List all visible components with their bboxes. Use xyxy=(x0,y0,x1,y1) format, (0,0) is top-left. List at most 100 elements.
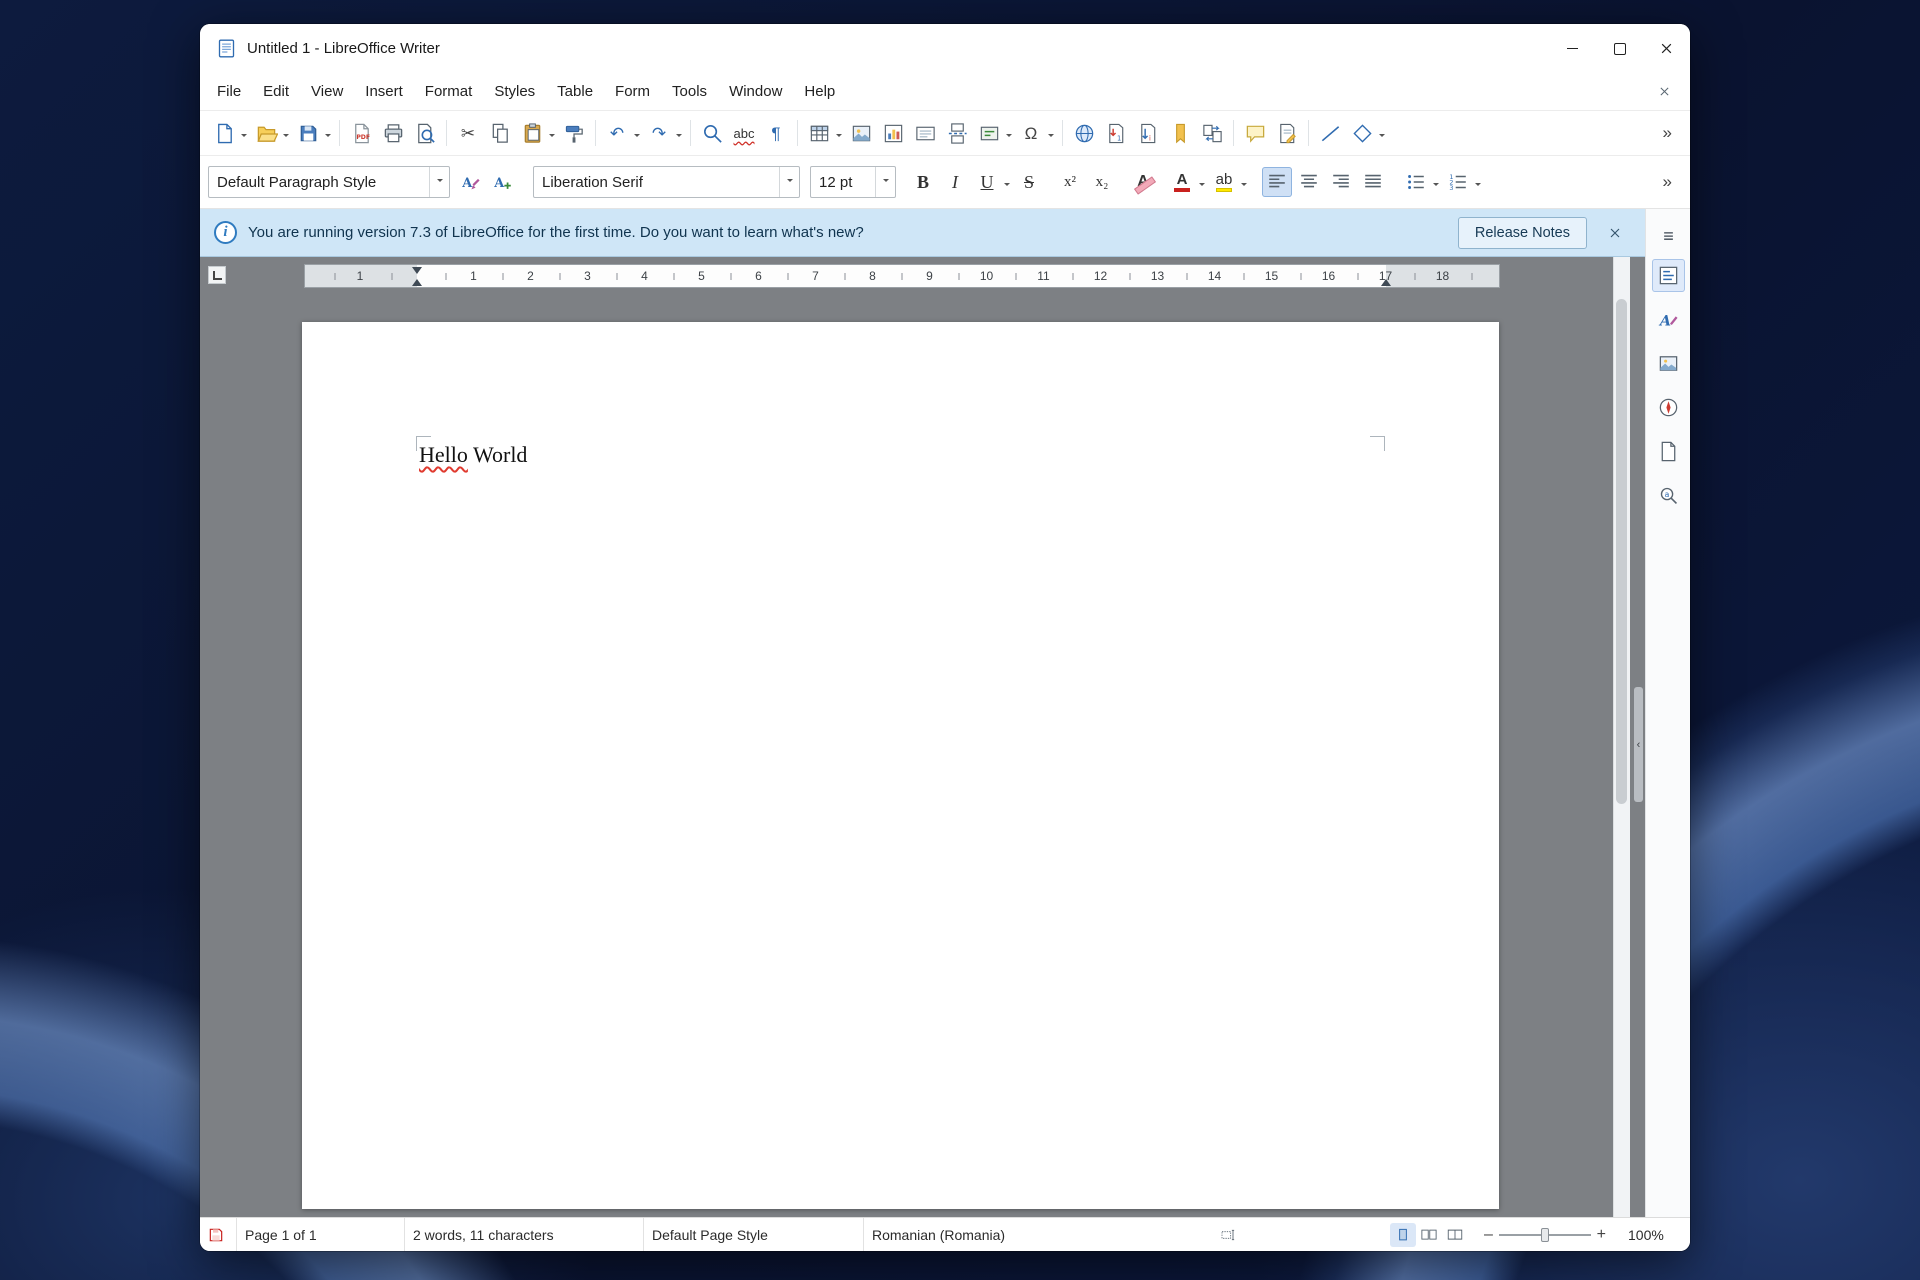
minimize-button[interactable] xyxy=(1549,24,1596,73)
special-character-dropdown-arrow[interactable] xyxy=(1048,133,1054,140)
insert-table-button[interactable] xyxy=(804,117,834,149)
menu-item-file[interactable]: File xyxy=(206,73,252,110)
sidebar-tab-styles[interactable] xyxy=(1652,303,1685,336)
update-style-button[interactable] xyxy=(456,167,486,197)
align-right-button[interactable] xyxy=(1326,167,1356,197)
zoom-slider[interactable] xyxy=(1498,1227,1591,1242)
redo-dropdown-arrow[interactable] xyxy=(676,133,682,140)
undo-button[interactable]: ↶ xyxy=(602,117,632,149)
view-single-page-button[interactable] xyxy=(1390,1222,1416,1247)
horizontal-ruler[interactable]: 1 1 2 3 4 5 6 7 8 9 10 11 12 13 14 15 16… xyxy=(304,264,1500,288)
table-dropdown-arrow[interactable] xyxy=(836,133,842,140)
view-multi-page-button[interactable] xyxy=(1416,1223,1442,1247)
underline-dropdown-arrow[interactable] xyxy=(1004,182,1010,189)
clear-formatting-button[interactable]: A xyxy=(1128,167,1158,197)
insert-bookmark-button[interactable] xyxy=(1165,117,1195,149)
font-color-button[interactable]: A xyxy=(1167,167,1197,197)
insert-footnote-button[interactable] xyxy=(1101,117,1131,149)
menu-item-edit[interactable]: Edit xyxy=(252,73,300,110)
numbered-list-dropdown-arrow[interactable] xyxy=(1475,182,1481,189)
highlight-color-button[interactable]: ab xyxy=(1209,167,1239,197)
titlebar[interactable]: Untitled 1 - LibreOffice Writer xyxy=(200,24,1690,73)
shapes-dropdown-arrow[interactable] xyxy=(1379,133,1385,140)
word-count-cell[interactable]: 2 words, 11 characters xyxy=(404,1218,643,1251)
strikethrough-button[interactable]: S xyxy=(1014,167,1044,197)
menu-item-table[interactable]: Table xyxy=(546,73,604,110)
paragraph-style-combobox[interactable]: Default Paragraph Style xyxy=(208,166,450,198)
export-pdf-button[interactable] xyxy=(346,117,376,149)
font-color-dropdown-arrow[interactable] xyxy=(1199,182,1205,189)
sidebar-tab-navigator[interactable] xyxy=(1652,391,1685,424)
zoom-level[interactable]: 100% xyxy=(1620,1218,1678,1251)
bullet-list-dropdown-arrow[interactable] xyxy=(1433,182,1439,189)
copy-button[interactable] xyxy=(485,117,515,149)
insert-hyperlink-button[interactable] xyxy=(1069,117,1099,149)
align-justify-button[interactable] xyxy=(1358,167,1388,197)
italic-button[interactable]: I xyxy=(940,167,970,197)
insert-chart-button[interactable] xyxy=(878,117,908,149)
release-notes-button[interactable]: Release Notes xyxy=(1457,216,1587,249)
insert-image-button[interactable] xyxy=(846,117,876,149)
paste-dropdown-arrow[interactable] xyxy=(549,133,555,140)
superscript-button[interactable]: x² xyxy=(1055,167,1085,197)
bullet-list-button[interactable] xyxy=(1401,167,1431,197)
sidebar-collapse-grip[interactable]: ‹ xyxy=(1634,687,1643,802)
bold-button[interactable]: B xyxy=(908,167,938,197)
open-button[interactable] xyxy=(251,117,281,149)
font-name-dropdown-arrow[interactable] xyxy=(779,167,799,197)
numbered-list-button[interactable] xyxy=(1443,167,1473,197)
menu-item-tools[interactable]: Tools xyxy=(661,73,718,110)
zoom-out-icon[interactable]: – xyxy=(1478,1226,1499,1244)
menu-item-window[interactable]: Window xyxy=(718,73,793,110)
scrollbar-thumb[interactable] xyxy=(1616,299,1627,804)
field-dropdown-arrow[interactable] xyxy=(1006,133,1012,140)
menu-item-styles[interactable]: Styles xyxy=(483,73,546,110)
align-left-button[interactable] xyxy=(1262,167,1292,197)
cut-button[interactable]: ✂ xyxy=(453,117,483,149)
menu-item-view[interactable]: View xyxy=(300,73,354,110)
maximize-button[interactable] xyxy=(1596,24,1643,73)
page-break-button[interactable] xyxy=(942,117,972,149)
zoom-slider-thumb[interactable] xyxy=(1540,1227,1549,1242)
track-changes-button[interactable] xyxy=(1272,117,1302,149)
sidebar-tab-properties[interactable] xyxy=(1652,259,1685,292)
document-text-rest[interactable]: World xyxy=(468,442,527,467)
undo-dropdown-arrow[interactable] xyxy=(634,133,640,140)
open-dropdown-arrow[interactable] xyxy=(283,133,289,140)
selection-mode-button[interactable] xyxy=(1212,1218,1256,1251)
close-document-icon[interactable] xyxy=(1659,86,1670,97)
font-name-combobox[interactable]: Liberation Serif xyxy=(533,166,800,198)
find-replace-button[interactable] xyxy=(697,117,727,149)
view-book-button[interactable] xyxy=(1442,1223,1468,1247)
paste-button[interactable] xyxy=(517,117,547,149)
font-size-dropdown-arrow[interactable] xyxy=(875,167,895,197)
insert-line-button[interactable] xyxy=(1315,117,1345,149)
document-page[interactable]: Hello World xyxy=(302,322,1499,1209)
left-indent-marker[interactable] xyxy=(411,279,422,286)
page-count-cell[interactable]: Page 1 of 1 xyxy=(236,1218,404,1251)
insert-comment-button[interactable] xyxy=(1240,117,1270,149)
infobar-close-icon[interactable] xyxy=(1605,223,1625,243)
redo-button[interactable]: ↷ xyxy=(644,117,674,149)
zoom-in-icon[interactable]: + xyxy=(1591,1226,1612,1244)
new-document-button[interactable] xyxy=(209,117,239,149)
spelling-button[interactable]: abc xyxy=(729,117,759,149)
document-text[interactable]: Hello World xyxy=(419,442,527,468)
save-button[interactable] xyxy=(293,117,323,149)
formatting-overflow-button[interactable]: » xyxy=(1653,172,1682,192)
font-size-combobox[interactable]: 12 pt xyxy=(810,166,896,198)
insert-textbox-button[interactable] xyxy=(910,117,940,149)
sidebar-settings-button[interactable]: ≡ xyxy=(1652,219,1685,252)
print-preview-button[interactable] xyxy=(410,117,440,149)
special-character-button[interactable]: Ω xyxy=(1016,117,1046,149)
insert-endnote-button[interactable] xyxy=(1133,117,1163,149)
highlight-dropdown-arrow[interactable] xyxy=(1241,182,1247,189)
menu-item-format[interactable]: Format xyxy=(414,73,484,110)
menu-item-form[interactable]: Form xyxy=(604,73,661,110)
menu-item-insert[interactable]: Insert xyxy=(354,73,414,110)
vertical-scrollbar[interactable] xyxy=(1613,257,1630,1217)
toolbar-overflow-button[interactable]: » xyxy=(1653,123,1682,143)
tab-stop-selector[interactable] xyxy=(208,266,226,284)
right-indent-marker[interactable] xyxy=(1380,279,1391,286)
formatting-marks-button[interactable]: ¶ xyxy=(761,117,791,149)
